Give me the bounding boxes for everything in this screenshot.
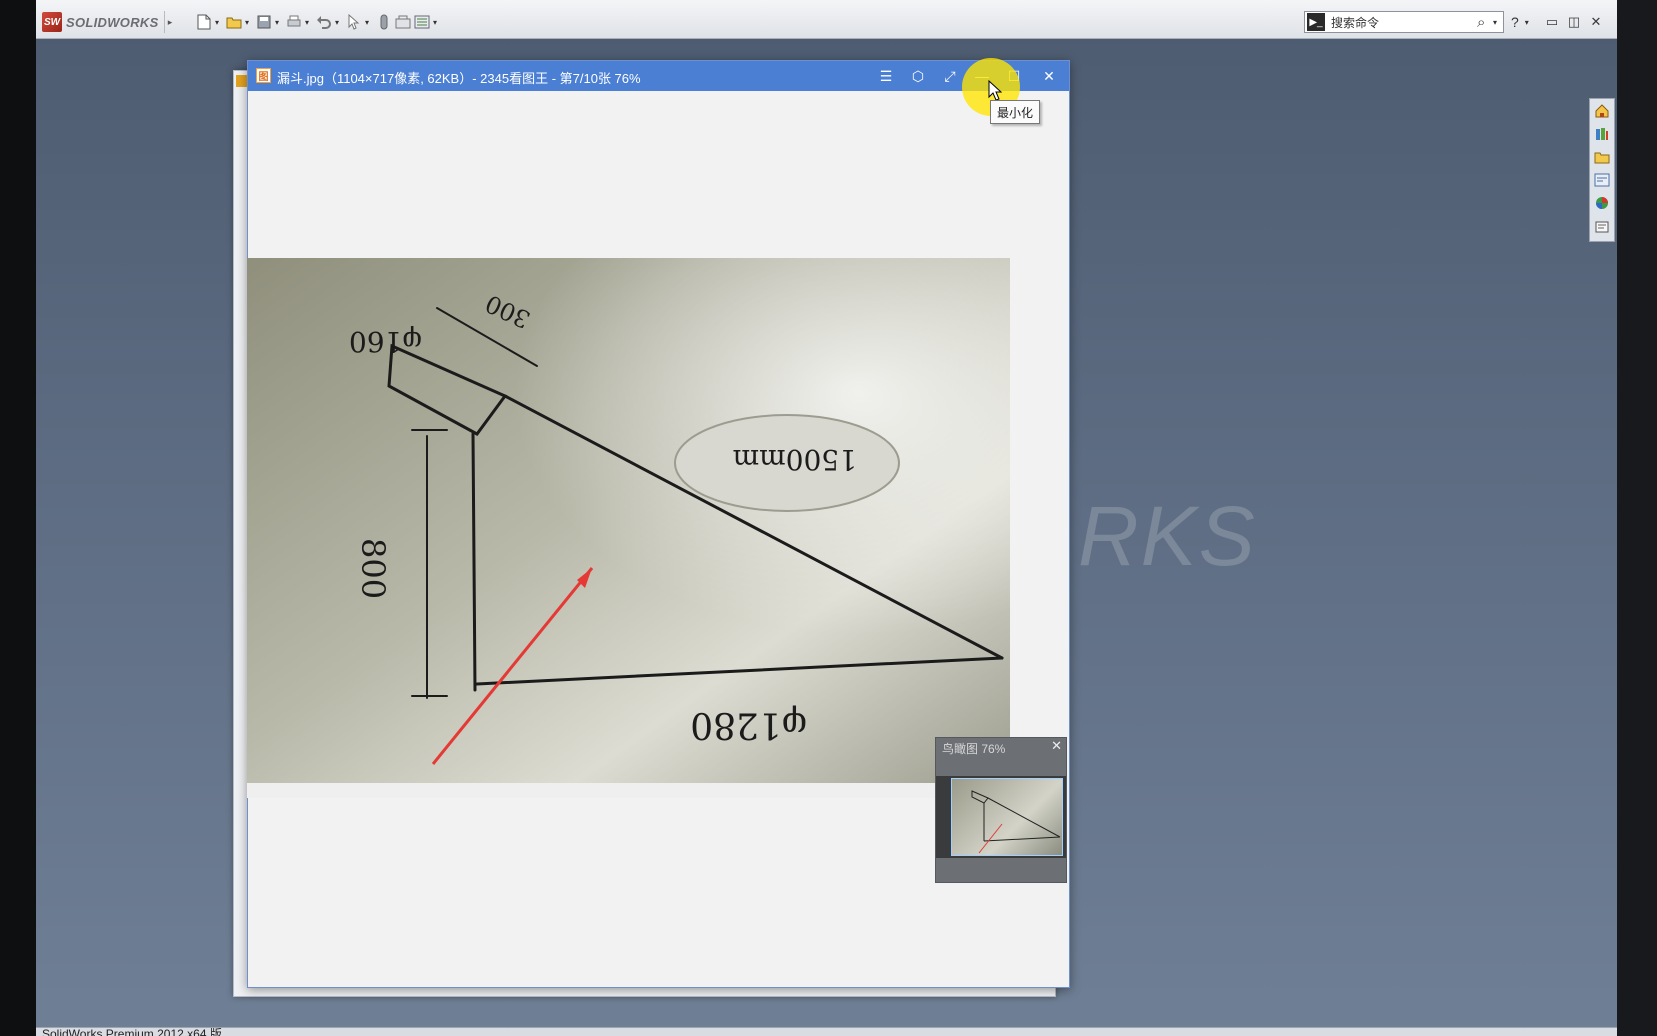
search-commands-input[interactable]: ▶_ 搜索命令 ⌕ ▾ bbox=[1304, 11, 1504, 33]
solidworks-logo-icon: SW bbox=[42, 12, 62, 32]
viewer-title-caption: 漏斗.jpg（1104×717像素, 62KB）- 2345看图王 - 第7/1… bbox=[277, 71, 641, 86]
design-library-icon[interactable] bbox=[1592, 124, 1612, 144]
sketch-vertical-edge bbox=[471, 432, 477, 692]
select-icon[interactable] bbox=[346, 14, 362, 30]
solidworks-restore-button[interactable]: ◫ bbox=[1564, 12, 1584, 32]
command-prompt-icon: ▶_ bbox=[1307, 13, 1325, 31]
appearances-icon[interactable] bbox=[1592, 193, 1612, 213]
options-dropdown-icon[interactable]: ▾ bbox=[433, 18, 441, 27]
status-bar: SolidWorks Premium 2012 x64 版 bbox=[36, 1027, 1617, 1036]
undo-dropdown-icon[interactable]: ▾ bbox=[335, 18, 343, 27]
search-dropdown-icon[interactable]: ▾ bbox=[1493, 18, 1503, 27]
viewer-menu-button[interactable]: ☰ bbox=[875, 66, 897, 86]
solidworks-watermark: RKS bbox=[1078, 489, 1257, 583]
search-icon[interactable]: ⌕ bbox=[1477, 14, 1493, 31]
file-explorer-icon[interactable] bbox=[1592, 147, 1612, 167]
select-dropdown-icon[interactable]: ▾ bbox=[365, 18, 373, 27]
file-properties-icon[interactable] bbox=[395, 14, 411, 30]
dim-top-diameter-label: φ160 bbox=[349, 325, 422, 358]
solidworks-minimize-button[interactable]: ▭ bbox=[1542, 12, 1562, 32]
menu-flyout-button[interactable]: ▸ bbox=[164, 11, 175, 33]
viewer-titlebar[interactable]: 图 漏斗.jpg（1104×717像素, 62KB）- 2345看图王 - 第7… bbox=[248, 61, 1069, 91]
help-dropdown-icon: ▾ bbox=[1524, 17, 1529, 27]
help-button[interactable]: ? ▾ bbox=[1511, 12, 1539, 32]
custom-properties-icon[interactable] bbox=[1592, 216, 1612, 236]
quick-access-toolbar: ▾ ▾ ▾ ▾ ▾ ▾ ▾ bbox=[196, 12, 441, 32]
navigator-panel[interactable]: 鸟瞰图 76% ✕ bbox=[935, 737, 1067, 883]
task-pane-tabs bbox=[1589, 98, 1615, 242]
search-placeholder: 搜索命令 bbox=[1331, 15, 1380, 30]
save-icon[interactable] bbox=[256, 14, 272, 30]
dim-circled-label: 1500mm bbox=[733, 443, 857, 476]
dim-bottom-diameter-label: φ1280 bbox=[690, 704, 807, 745]
navigator-thumb-arrow bbox=[978, 823, 1003, 854]
navigator-close-button[interactable]: ✕ bbox=[1051, 738, 1062, 754]
solidworks-logo-text: SOLIDWORKS bbox=[66, 14, 159, 30]
navigator-thumb-sketch bbox=[971, 790, 1061, 842]
image-viewer-app-icon: 图 bbox=[256, 68, 271, 83]
open-dropdown-icon[interactable]: ▾ bbox=[245, 18, 253, 27]
dim-height-label: 800 bbox=[354, 538, 392, 599]
sketch-photo: φ160 300 800 φ1280 1500mm bbox=[247, 258, 1010, 798]
new-document-icon[interactable] bbox=[196, 14, 212, 30]
rebuild-icon[interactable] bbox=[376, 14, 392, 30]
help-icon: ? bbox=[1511, 14, 1519, 30]
options-icon[interactable] bbox=[414, 14, 430, 30]
desktop-right-edge bbox=[1617, 0, 1657, 1036]
navigator-thumbnail[interactable] bbox=[951, 778, 1063, 856]
viewer-close-button[interactable]: ✕ bbox=[1038, 66, 1060, 86]
desktop-left-edge bbox=[0, 0, 36, 1036]
print-icon[interactable] bbox=[286, 14, 302, 30]
home-icon[interactable] bbox=[1592, 101, 1612, 121]
minimize-tooltip: 最小化 bbox=[990, 100, 1040, 124]
new-dropdown-icon[interactable]: ▾ bbox=[215, 18, 223, 27]
viewer-skin-button[interactable]: ⬡ bbox=[907, 66, 929, 86]
save-dropdown-icon[interactable]: ▾ bbox=[275, 18, 283, 27]
print-dropdown-icon[interactable]: ▾ bbox=[305, 18, 313, 27]
solidworks-logo[interactable]: SW SOLIDWORKS bbox=[42, 11, 172, 33]
navigator-title: 鸟瞰图 76% bbox=[942, 742, 1006, 756]
undo-icon[interactable] bbox=[316, 14, 332, 30]
viewer-fullscreen-button[interactable]: ⤢ bbox=[939, 66, 961, 86]
open-folder-icon[interactable] bbox=[226, 14, 242, 30]
solidworks-close-button[interactable]: ✕ bbox=[1586, 12, 1606, 32]
view-palette-icon[interactable] bbox=[1592, 170, 1612, 190]
photo-bottom-strip bbox=[247, 783, 1010, 798]
solidworks-titlebar: SW SOLIDWORKS ▸ ▾ ▾ ▾ ▾ ▾ ▾ ▾ ▶_ 搜索命令 ⌕ … bbox=[36, 0, 1617, 39]
status-text: SolidWorks Premium 2012 x64 版 bbox=[42, 1027, 222, 1036]
mouse-cursor-icon bbox=[988, 80, 1002, 101]
